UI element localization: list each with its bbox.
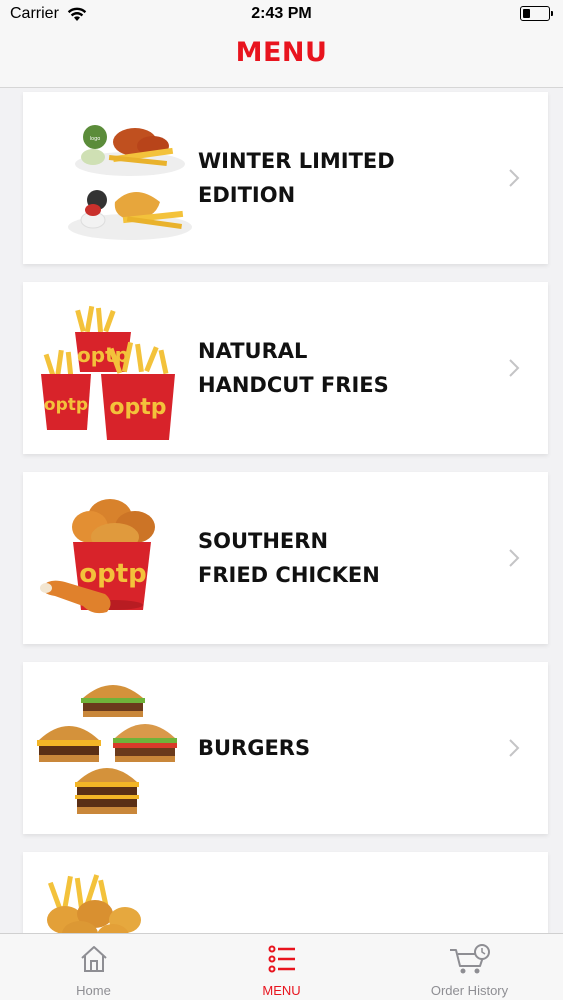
tab-order-history[interactable]: Order History xyxy=(376,934,563,1000)
status-time: 2:43 PM xyxy=(251,5,312,22)
menu-category-list[interactable]: logo WINTER LIMITED EDITION optp optp op… xyxy=(0,88,563,933)
svg-text:optp: optp xyxy=(79,559,147,589)
tab-home-label: Home xyxy=(76,983,111,998)
menu-category-label: BURGERS xyxy=(198,731,498,765)
chicken-and-fish-platter-image: logo xyxy=(68,125,192,240)
fried-chicken-bucket-image: optp xyxy=(40,499,155,614)
menu-category-title: BURGERS xyxy=(198,736,311,760)
nuggets-and-fries-image xyxy=(47,874,141,933)
svg-text:logo: logo xyxy=(90,136,101,142)
tab-order-history-label: Order History xyxy=(430,983,509,998)
chevron-right-icon xyxy=(509,169,520,187)
battery-icon xyxy=(520,6,553,21)
status-bar: Carrier 2:43 PM xyxy=(0,0,563,30)
menu-category-title: SOUTHERN xyxy=(198,529,329,553)
chevron-right-icon xyxy=(509,739,520,757)
menu-category-label: WINTER LIMITED EDITION xyxy=(198,144,498,212)
menu-category-burgers[interactable]: BURGERS xyxy=(23,662,548,834)
chevron-right-icon xyxy=(509,359,520,377)
tab-menu-label: MENU xyxy=(262,983,301,998)
menu-category-subtitle: FRIED CHICKEN xyxy=(198,563,380,587)
svg-text:optp: optp xyxy=(77,343,129,367)
navigation-bar: MENU xyxy=(0,30,563,88)
tab-bar: Home MENU Order History xyxy=(0,933,563,1000)
menu-category-southern-fried-chicken[interactable]: optp SOUTHERN FRIED CHICKEN xyxy=(23,472,548,644)
menu-category-label: SOUTHERN FRIED CHICKEN xyxy=(198,524,498,592)
svg-text:optp: optp xyxy=(109,395,166,420)
fries-buckets-image: optp optp optp xyxy=(41,305,175,440)
menu-category-label: NATURAL HANDCUT FRIES xyxy=(198,334,498,402)
menu-category-title: WINTER LIMITED EDITION xyxy=(198,149,395,207)
page-title: MENU xyxy=(235,37,328,68)
menu-category-title: NATURAL xyxy=(198,339,308,363)
home-icon xyxy=(80,946,107,972)
svg-text:optp: optp xyxy=(44,395,88,415)
menu-category-natural-handcut-fries[interactable]: optp optp optp NATURAL HANDCUT FRIES xyxy=(23,282,548,454)
tab-menu[interactable]: MENU xyxy=(187,934,376,1000)
burgers-image xyxy=(37,685,177,814)
tab-home[interactable]: Home xyxy=(0,934,187,1000)
menu-category-nuggets[interactable] xyxy=(23,852,548,933)
menu-category-subtitle: HANDCUT FRIES xyxy=(198,373,389,397)
menu-category-winter-limited-edition[interactable]: logo WINTER LIMITED EDITION xyxy=(23,92,548,264)
cart-clock-icon xyxy=(449,944,490,974)
menu-list-icon xyxy=(268,945,295,973)
chevron-right-icon xyxy=(509,549,520,567)
